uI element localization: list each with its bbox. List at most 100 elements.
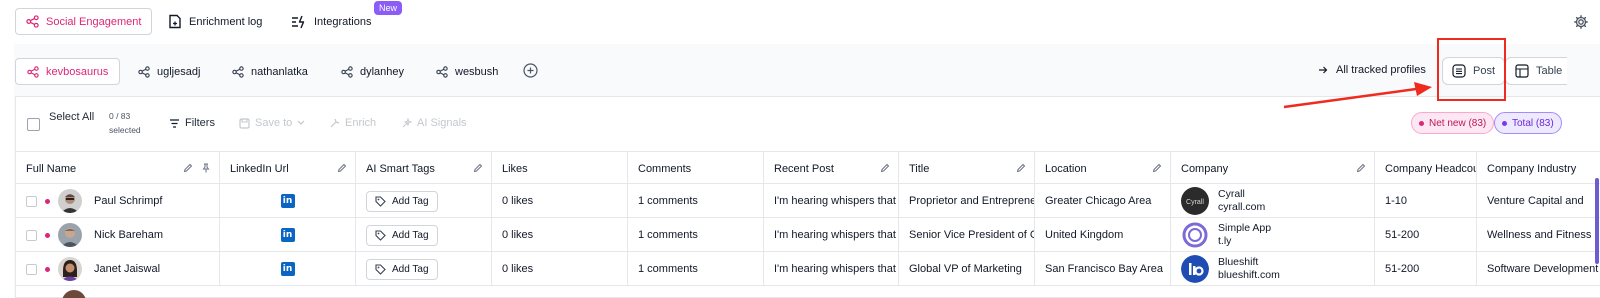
add-tag-button[interactable]: Add Tag bbox=[366, 224, 438, 246]
edit-icon[interactable] bbox=[1152, 163, 1162, 173]
filter-icon bbox=[169, 118, 180, 129]
company-domain[interactable]: cyrall.com bbox=[1218, 201, 1265, 214]
profile-label: wesbush bbox=[455, 65, 499, 78]
industry-cell: Wellness and Fitness bbox=[1487, 229, 1592, 241]
title-cell: Proprietor and Entrepreneur bbox=[899, 184, 1035, 218]
company-domain[interactable]: blueshift.com bbox=[1218, 269, 1280, 282]
add-profile-icon[interactable] bbox=[523, 63, 538, 78]
add-tag-label: Add Tag bbox=[392, 263, 429, 275]
pink-dot bbox=[1419, 120, 1424, 126]
table-row[interactable]: Janet Jaiswal in Add Tag 0 likes 1 comme… bbox=[16, 252, 1600, 286]
col-likes[interactable]: Likes bbox=[492, 152, 628, 185]
edit-icon[interactable] bbox=[880, 163, 890, 173]
select-all-checkbox[interactable] bbox=[27, 118, 40, 131]
linkedin-icon[interactable]: in bbox=[280, 194, 295, 208]
col-full-name[interactable]: Full Name bbox=[16, 152, 220, 185]
col-location[interactable]: Location bbox=[1035, 152, 1171, 185]
row-checkbox[interactable] bbox=[26, 229, 37, 241]
col-label: Recent Post bbox=[774, 162, 834, 175]
save-to-button[interactable]: Save to bbox=[239, 117, 305, 129]
all-tracked-profiles-link[interactable]: All tracked profiles bbox=[1318, 64, 1426, 76]
linkedin-cell: in bbox=[220, 218, 356, 252]
selection-label: selected bbox=[109, 125, 141, 135]
table-row[interactable]: Nick Bareham in Add Tag 0 likes 1 commen… bbox=[16, 218, 1600, 252]
profile-tab-dylanhey[interactable]: dylanhey bbox=[330, 58, 415, 85]
col-recent-post[interactable]: Recent Post bbox=[764, 152, 899, 185]
col-label: Company bbox=[1181, 162, 1229, 175]
pin-icon[interactable] bbox=[201, 163, 211, 173]
likes-cell: 0 likes bbox=[492, 218, 628, 252]
chevron-down-icon bbox=[297, 120, 305, 126]
edit-icon[interactable] bbox=[183, 163, 193, 173]
total-filter-pill[interactable]: Total (83) bbox=[1494, 112, 1562, 134]
company-logo: Cyrall bbox=[1181, 187, 1209, 215]
col-linkedin-url[interactable]: LinkedIn Url bbox=[220, 152, 356, 185]
name-cell: Nick Bareham bbox=[16, 218, 220, 252]
ai-signals-label: AI Signals bbox=[417, 117, 467, 129]
tab-integrations[interactable]: Integrations bbox=[281, 8, 381, 35]
linkedin-icon[interactable]: in bbox=[280, 228, 295, 242]
col-label: Company Industry bbox=[1487, 162, 1577, 175]
company-logo bbox=[1181, 255, 1209, 283]
add-tag-button[interactable]: Add Tag bbox=[366, 258, 438, 280]
avatar bbox=[58, 223, 82, 247]
share-icon bbox=[138, 65, 150, 78]
table-header: Full Name LinkedIn Url AI Smart Tags Lik… bbox=[16, 151, 1600, 185]
likes-cell: 0 likes bbox=[492, 252, 628, 286]
recent-post-cell[interactable]: I'm hearing whispers that AI bbox=[764, 252, 899, 286]
col-company-industry[interactable]: Company Industry bbox=[1477, 152, 1600, 185]
company-name: Simple App bbox=[1218, 222, 1272, 234]
add-tag-button[interactable]: Add Tag bbox=[366, 190, 438, 212]
col-label: Comments bbox=[638, 162, 692, 175]
full-name: Nick Bareham bbox=[94, 229, 164, 241]
industry-cell: Software Development bbox=[1487, 263, 1599, 275]
col-comments[interactable]: Comments bbox=[628, 152, 764, 185]
total-label: Total (83) bbox=[1512, 117, 1554, 129]
avatar bbox=[58, 189, 82, 213]
profile-tab-ugljesadj[interactable]: ugljesadj bbox=[127, 58, 211, 85]
table-row-partial bbox=[16, 286, 1600, 298]
col-company[interactable]: Company bbox=[1171, 152, 1375, 185]
select-all-label: Select All bbox=[49, 111, 95, 123]
table-row[interactable]: Paul Schrimpf in Add Tag 0 likes 1 comme… bbox=[16, 184, 1600, 218]
title-cell: Senior Vice President of Global bbox=[899, 218, 1035, 252]
company-domain[interactable]: t.ly bbox=[1218, 235, 1271, 248]
edit-icon[interactable] bbox=[1356, 163, 1366, 173]
tag-icon bbox=[375, 229, 386, 241]
edit-icon[interactable] bbox=[473, 163, 483, 173]
edit-icon[interactable] bbox=[1016, 163, 1026, 173]
row-checkbox[interactable] bbox=[26, 195, 37, 207]
company-logo bbox=[1181, 221, 1209, 249]
col-ai-smart-tags[interactable]: AI Smart Tags bbox=[356, 152, 492, 185]
tab-enrichment-log[interactable]: Enrichment log bbox=[158, 8, 272, 35]
recent-post-cell[interactable]: I'm hearing whispers that AI bbox=[764, 218, 899, 252]
profile-tab-kevbosaurus[interactable]: kevbosaurus bbox=[15, 58, 121, 85]
gear-icon[interactable] bbox=[1574, 15, 1588, 29]
tab-social-engagement[interactable]: Social Engagement bbox=[15, 8, 153, 35]
profile-tab-nathanlatka[interactable]: nathanlatka bbox=[221, 58, 319, 85]
share-icon bbox=[436, 65, 448, 78]
row-checkbox[interactable] bbox=[26, 263, 37, 275]
recent-post-cell[interactable]: I'm hearing whispers that AI bbox=[764, 184, 899, 218]
col-label: Company Headcount bbox=[1385, 162, 1476, 175]
vertical-scrollbar[interactable] bbox=[1595, 178, 1599, 264]
avatar bbox=[62, 290, 86, 298]
profile-tab-wesbush[interactable]: wesbush bbox=[425, 58, 509, 85]
table-view-button[interactable]: Table bbox=[1505, 57, 1567, 85]
net-new-filter-pill[interactable]: Net new (83) bbox=[1411, 112, 1495, 134]
avatar bbox=[58, 257, 82, 281]
enrich-button[interactable]: Enrich bbox=[329, 117, 376, 129]
linkedin-icon[interactable]: in bbox=[280, 262, 295, 276]
edit-icon[interactable] bbox=[337, 163, 347, 173]
col-company-headcount[interactable]: Company Headcount bbox=[1375, 152, 1477, 185]
integrations-icon bbox=[291, 15, 307, 29]
ai-signals-button[interactable]: AI Signals bbox=[401, 117, 467, 129]
col-title[interactable]: Title bbox=[899, 152, 1035, 185]
filters-button[interactable]: Filters bbox=[169, 117, 215, 129]
enrich-label: Enrich bbox=[345, 117, 377, 129]
comments-cell: 1 comments bbox=[628, 252, 764, 286]
col-label: LinkedIn Url bbox=[230, 162, 289, 175]
share-icon bbox=[341, 65, 353, 78]
comments-cell: 1 comments bbox=[628, 184, 764, 218]
industry-cell: Venture Capital and bbox=[1487, 195, 1584, 207]
